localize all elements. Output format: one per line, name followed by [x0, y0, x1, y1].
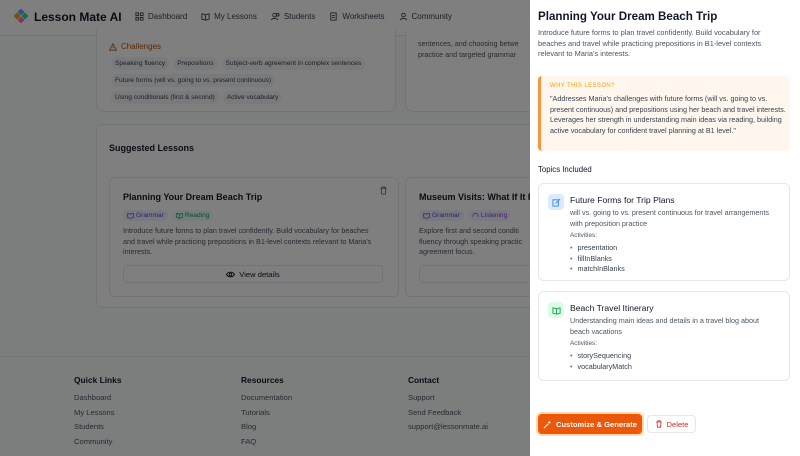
book-open-icon — [548, 302, 564, 318]
topic-card: Beach Travel Itinerary Understanding mai… — [538, 291, 790, 381]
drawer-title: Planning Your Dream Beach Trip — [538, 10, 718, 23]
lesson-details-drawer: Planning Your Dream Beach Trip Introduce… — [530, 0, 800, 456]
trash-icon — [655, 420, 662, 428]
activities-list: storySequencing vocabularyMatch — [570, 351, 632, 372]
magic-wand-icon — [543, 419, 552, 428]
activities-label: Activities: — [570, 232, 597, 239]
topic-title: Future Forms for Trip Plans — [570, 195, 675, 205]
topic-description: will vs. going to vs. present continuous… — [570, 208, 769, 228]
why-text: "Addresses Maria's challenges with futur… — [550, 94, 786, 135]
activities-list: presentation fillInBlanks matchInBlanks — [570, 243, 625, 275]
activities-label: Activities: — [570, 340, 597, 347]
topic-title: Beach Travel Itinerary — [570, 303, 654, 313]
customize-generate-button[interactable]: Customize & Generate — [538, 414, 642, 434]
activity-item: fillInBlanks — [570, 254, 625, 265]
edit-icon — [548, 194, 564, 210]
button-label: Customize & Generate — [555, 419, 638, 429]
topics-heading: Topics Included — [538, 165, 592, 174]
topic-card: Future Forms for Trip Plans will vs. goi… — [538, 183, 790, 281]
button-label: Delete — [666, 419, 689, 429]
delete-button[interactable]: Delete — [647, 415, 696, 433]
activity-item: vocabularyMatch — [570, 362, 632, 373]
why-this-lesson-box: WHY THIS LESSON? "Addresses Maria's chal… — [538, 76, 790, 151]
topic-description: Understanding main ideas and details in … — [570, 316, 759, 336]
activity-item: presentation — [570, 243, 625, 254]
drawer-description: Introduce future forms to plan travel co… — [538, 28, 762, 58]
activity-item: storySequencing — [570, 351, 632, 362]
why-heading: WHY THIS LESSON? — [550, 83, 615, 89]
activity-item: matchInBlanks — [570, 264, 625, 275]
